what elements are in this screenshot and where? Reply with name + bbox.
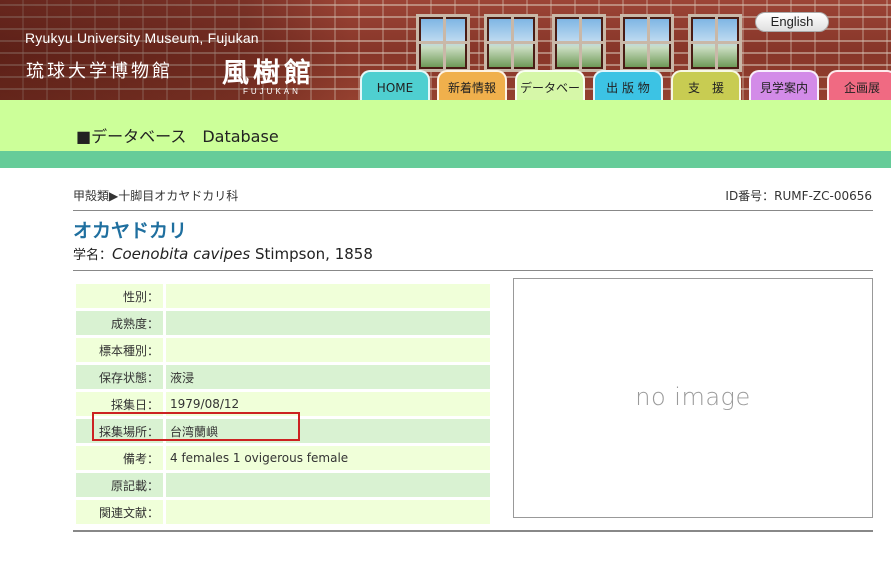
nav-tab-label: 出 版 物	[606, 81, 650, 95]
bottom-rule	[73, 530, 873, 532]
nav-tab-publications[interactable]: 出 版 物	[593, 70, 663, 100]
attribute-value	[163, 311, 490, 335]
attribute-key: 性別：	[76, 284, 163, 308]
header-window-decoration	[552, 14, 606, 72]
nav-tab-support[interactable]: 支 援	[671, 70, 741, 100]
specimen-attributes-table: 性別： 成熟度： 標本種別： 保存状態： 液浸 採集日： 1979/08/12 採集場所： 台湾…	[76, 281, 490, 527]
specimen-id: ID番号：RUMF-ZC-00656	[725, 189, 872, 203]
attribute-value: 4 females 1 ovigerous female	[163, 446, 490, 470]
english-language-button[interactable]: English	[755, 12, 829, 32]
nav-tab-label: 支 援	[687, 81, 724, 95]
nav-tab-label: HOME	[376, 81, 414, 95]
site-logo-english[interactable]: Ryukyu University Museum, Fujukan	[25, 30, 259, 46]
nav-tab-news[interactable]: 新着情報	[437, 70, 507, 100]
no-image-text: no image	[635, 383, 751, 411]
attribute-key: 関連文献：	[76, 500, 163, 524]
species-rule	[73, 270, 873, 271]
highlight-box	[92, 412, 300, 441]
nav-tab-label: 新着情報	[447, 81, 496, 95]
nav-tab-visit-guide[interactable]: 見学案内	[749, 70, 819, 100]
site-logo-fujukan: 風樹館	[222, 58, 315, 89]
attribute-key: 成熟度：	[76, 311, 163, 335]
nav-tab-label: 見学案内	[759, 81, 808, 95]
attribute-value	[163, 500, 490, 524]
page-title: ■データベース Database	[76, 127, 279, 146]
attribute-value	[163, 284, 490, 308]
table-row: 標本種別：	[76, 338, 490, 362]
site-header: Ryukyu University Museum, Fujukan 琉球大学博物…	[0, 0, 891, 100]
header-window-decoration	[484, 14, 538, 72]
breadcrumb: 甲殻類▶十脚目オカヤドカリ科	[73, 189, 239, 203]
header-window-decoration	[620, 14, 674, 72]
site-logo-japanese: 琉球大学博物館	[26, 61, 173, 82]
table-row: 原記載：	[76, 473, 490, 497]
attribute-value: 液浸	[163, 365, 490, 389]
header-window-decoration	[688, 14, 742, 72]
specimen-image-placeholder: no image	[513, 278, 873, 518]
title-divider-strip	[0, 151, 891, 168]
scientific-name-line: 学名：Coenobita cavipes Stimpson, 1858	[73, 244, 373, 263]
table-row: 成熟度：	[76, 311, 490, 335]
nav-tab-home[interactable]: HOME	[360, 70, 430, 100]
table-row: 関連文献：	[76, 500, 490, 524]
nav-tab-label: データベース	[519, 81, 580, 95]
attribute-value	[163, 473, 490, 497]
attribute-key: 原記載：	[76, 473, 163, 497]
page-title-band: ■データベース Database	[0, 100, 891, 151]
nav-tab-database[interactable]: データベース	[515, 70, 585, 100]
nav-tab-label: 企画展	[843, 81, 880, 95]
scientific-name-author: Stimpson, 1858	[254, 245, 373, 263]
scientific-name: Coenobita cavipes	[112, 245, 251, 263]
attribute-key: 備考：	[76, 446, 163, 470]
nav-tab-exhibitions[interactable]: 企画展	[827, 70, 891, 100]
scientific-name-label: 学名：	[73, 248, 113, 263]
site-logo-sub: FUJUKAN	[243, 87, 301, 96]
attribute-key: 標本種別：	[76, 338, 163, 362]
species-japanese-name: オカヤドカリ	[73, 220, 188, 242]
header-window-decoration	[416, 14, 470, 72]
attribute-value	[163, 338, 490, 362]
header-rule	[73, 210, 873, 211]
table-row: 性別：	[76, 284, 490, 308]
attribute-key: 保存状態：	[76, 365, 163, 389]
table-row: 備考： 4 females 1 ovigerous female	[76, 446, 490, 470]
table-row: 保存状態： 液浸	[76, 365, 490, 389]
